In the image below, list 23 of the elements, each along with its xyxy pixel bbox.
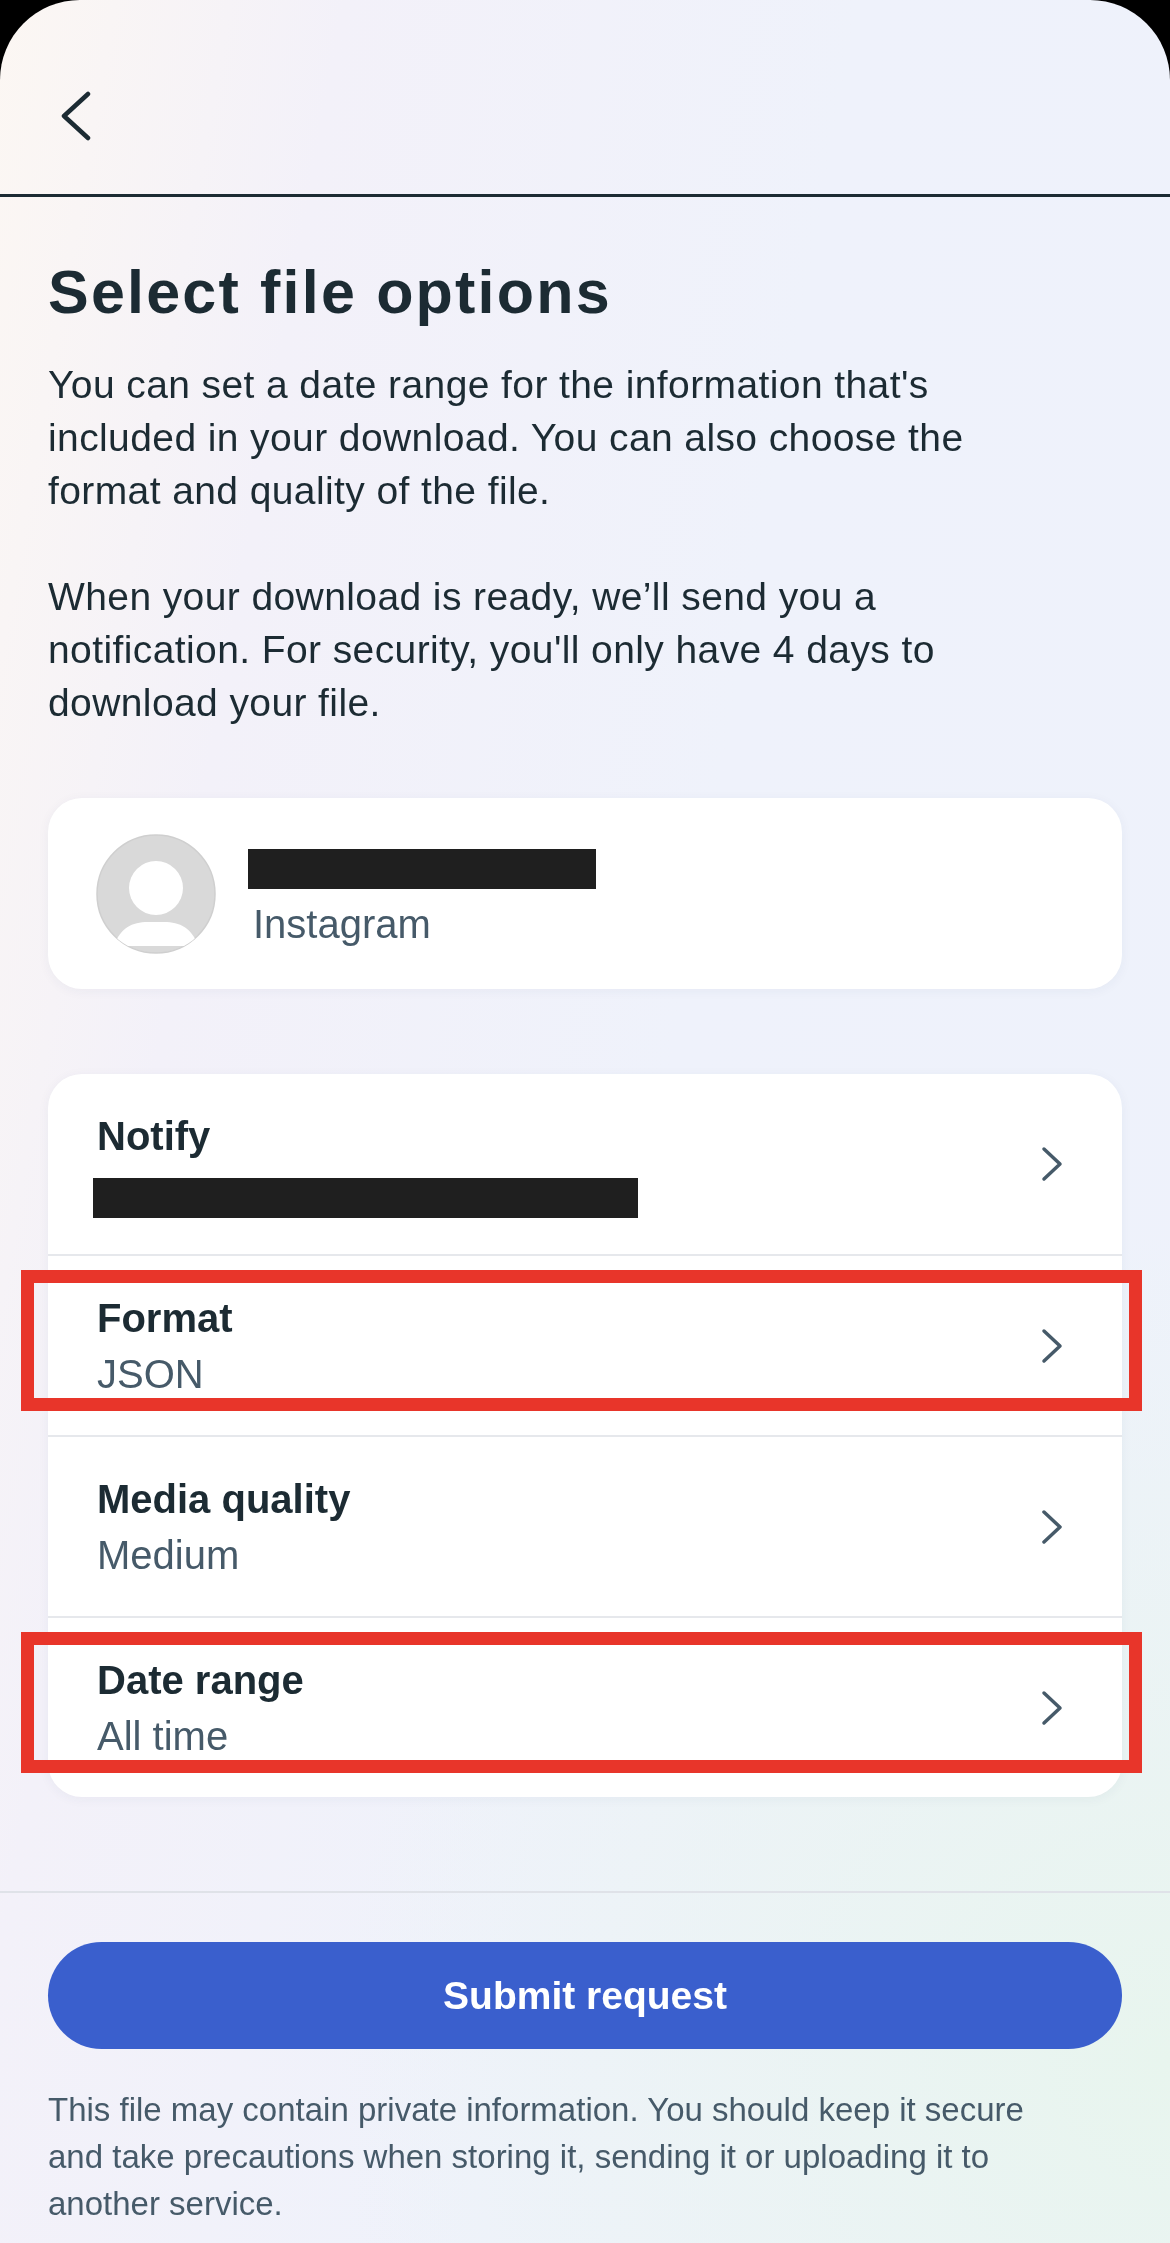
option-value: Medium bbox=[97, 1531, 240, 1579]
chevron-right-icon bbox=[1040, 1146, 1064, 1182]
option-label: Date range bbox=[97, 1656, 304, 1704]
chevron-right-icon bbox=[1040, 1327, 1064, 1364]
description-text: When your download is ready, we’ll send you a notification. For security, you'll only have 4 days to download your file. bbox=[48, 574, 936, 726]
submit-button[interactable]: Submit request bbox=[48, 1942, 1122, 2049]
option-label: Media quality bbox=[97, 1475, 351, 1523]
option-label: Notify bbox=[97, 1113, 211, 1160]
chevron-right-icon bbox=[1040, 1508, 1064, 1545]
option-label: Format bbox=[97, 1294, 233, 1342]
back-icon[interactable] bbox=[60, 91, 92, 141]
description-text: You can set a date range for the information that's included in your download. You can also choose the format and quality of the file. bbox=[48, 362, 965, 514]
disclaimer-text: This file may contain private information. You should keep it secure and take precautions when storing it, sending it or uploading it to another service. bbox=[48, 2090, 1025, 2224]
platform-name: Instagram bbox=[252, 900, 432, 948]
avatar-icon bbox=[96, 833, 216, 954]
option-row[interactable]: Format JSON bbox=[48, 1254, 1122, 1435]
page-title: Select file options bbox=[48, 257, 613, 327]
option-value: JSON bbox=[97, 1350, 204, 1398]
option-row[interactable]: Date range All time bbox=[48, 1616, 1122, 1797]
option-row[interactable]: Notify bbox=[48, 1074, 1122, 1254]
option-row[interactable]: Media quality Medium bbox=[48, 1435, 1122, 1616]
chevron-right-icon bbox=[1040, 1689, 1064, 1726]
option-value: All time bbox=[97, 1712, 229, 1760]
